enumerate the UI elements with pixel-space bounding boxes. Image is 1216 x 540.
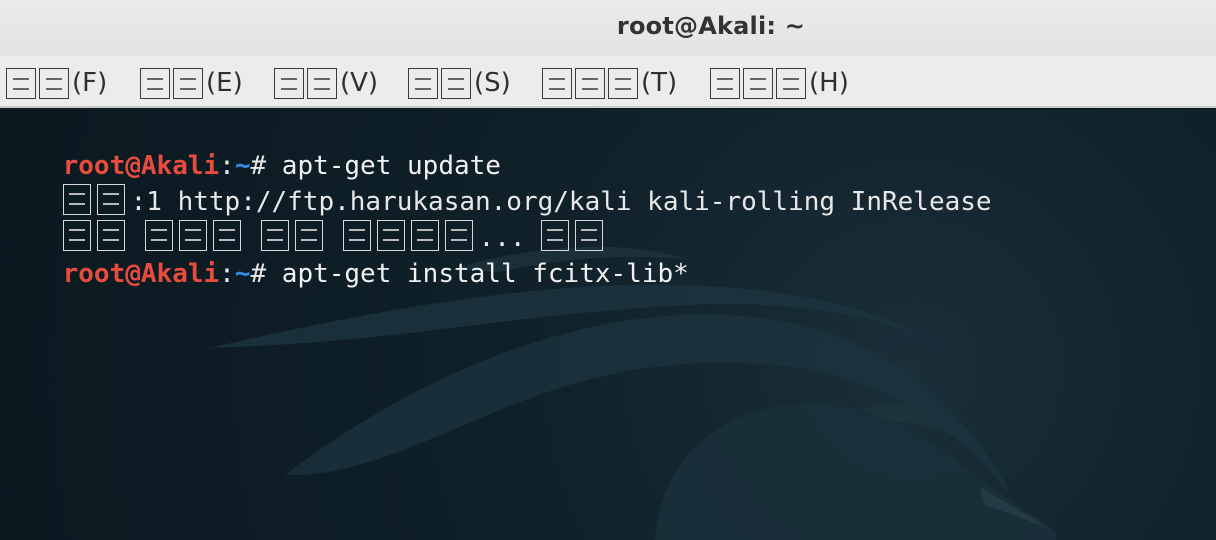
menu-file[interactable]: (F)	[6, 67, 107, 99]
menu-help-label: (H)	[809, 68, 849, 98]
terminal-line-3: ...	[0, 184, 1216, 253]
search-menu-glyph-2	[441, 67, 471, 99]
window-title: root@Akali: ~	[616, 12, 806, 40]
menu-view[interactable]: (V)	[274, 67, 378, 99]
help-menu-glyph-1	[710, 67, 740, 99]
window-titlebar[interactable]: root@Akali: ~	[0, 0, 1216, 56]
view-menu-glyph-2	[307, 67, 337, 99]
search-menu-glyph-1	[408, 67, 438, 99]
file-menu-glyph-2	[39, 67, 69, 99]
prompt-path: ~	[234, 259, 251, 289]
menu-terminal-label: (T)	[641, 68, 678, 98]
menu-search-label: (S)	[474, 68, 511, 98]
menu-edit-label: (E)	[206, 68, 243, 98]
terminal-menu-glyph-1	[542, 67, 572, 99]
terminal-line-4: root@Akali:~# apt-get install fcitx-lib*	[0, 220, 1216, 289]
help-menu-glyph-3	[776, 67, 806, 99]
view-menu-glyph-1	[274, 67, 304, 99]
prompt-end: #	[250, 259, 267, 289]
menu-view-label: (V)	[340, 68, 379, 98]
menu-help[interactable]: (H)	[710, 67, 849, 99]
terminal-area[interactable]: root@Akali:~# apt-get update :1 http://f…	[0, 110, 1216, 540]
menu-edit[interactable]: (E)	[140, 67, 243, 99]
edit-menu-glyph-2	[173, 67, 203, 99]
terminal-menu-glyph-2	[575, 67, 605, 99]
prompt-separator: :	[219, 259, 235, 289]
terminal-line-2: :1 http://ftp.harukasan.org/kali kali-ro…	[0, 148, 1216, 217]
file-menu-glyph-1	[6, 67, 36, 99]
help-menu-glyph-2	[743, 67, 773, 99]
edit-menu-glyph-1	[140, 67, 170, 99]
command-text: apt-get install fcitx-lib*	[266, 259, 689, 289]
terminal-line-1: root@Akali:~# apt-get update	[0, 112, 1216, 181]
menu-bar: (F) (E) (V) (S) (T) (H)	[0, 56, 1216, 108]
menu-terminal[interactable]: (T)	[542, 67, 677, 99]
menu-search[interactable]: (S)	[408, 67, 511, 99]
terminal-menu-glyph-3	[608, 67, 638, 99]
prompt-user: root@Akali	[62, 259, 220, 289]
menu-file-label: (F)	[72, 68, 108, 98]
